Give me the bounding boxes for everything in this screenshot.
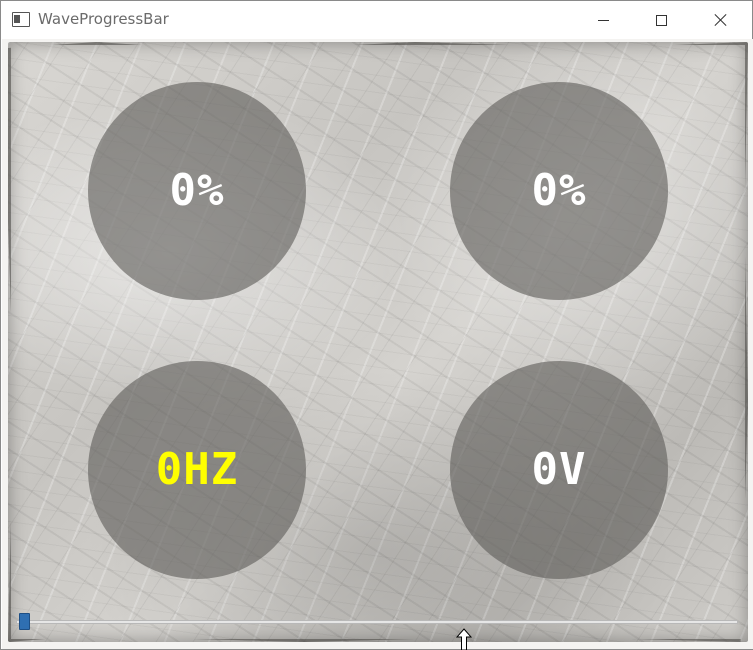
slider-handle[interactable] <box>19 613 30 630</box>
gauge-4-label: 0V <box>531 444 587 495</box>
wave-progress-gauge-2: 0% <box>450 82 668 300</box>
title-bar[interactable]: WaveProgressBar <box>1 1 752 39</box>
wave-progress-gauge-1: 0% <box>88 82 306 300</box>
maximize-icon <box>655 14 667 26</box>
close-button[interactable] <box>691 1 749 39</box>
close-icon <box>714 14 726 26</box>
wave-progress-gauge-frequency: 0HZ <box>88 361 306 579</box>
client-area: 0% 0% 0HZ 0V <box>2 39 753 649</box>
slider-groove[interactable] <box>16 620 738 624</box>
gauge-1-label: 0% <box>169 165 225 216</box>
wave-progress-gauge-voltage: 0V <box>450 361 668 579</box>
window-title: WaveProgressBar <box>38 10 169 28</box>
maximize-button[interactable] <box>632 1 690 39</box>
mouse-pointer-icon <box>456 628 472 650</box>
gauge-2-label: 0% <box>531 165 587 216</box>
gauge-3-label: 0HZ <box>155 444 239 495</box>
minimize-icon <box>597 19 609 21</box>
app-window: WaveProgressBar 0% 0% 0HZ 0V <box>0 0 753 650</box>
app-window-icon[interactable] <box>12 12 30 27</box>
value-slider[interactable] <box>16 613 738 637</box>
minimize-button[interactable] <box>574 1 632 39</box>
